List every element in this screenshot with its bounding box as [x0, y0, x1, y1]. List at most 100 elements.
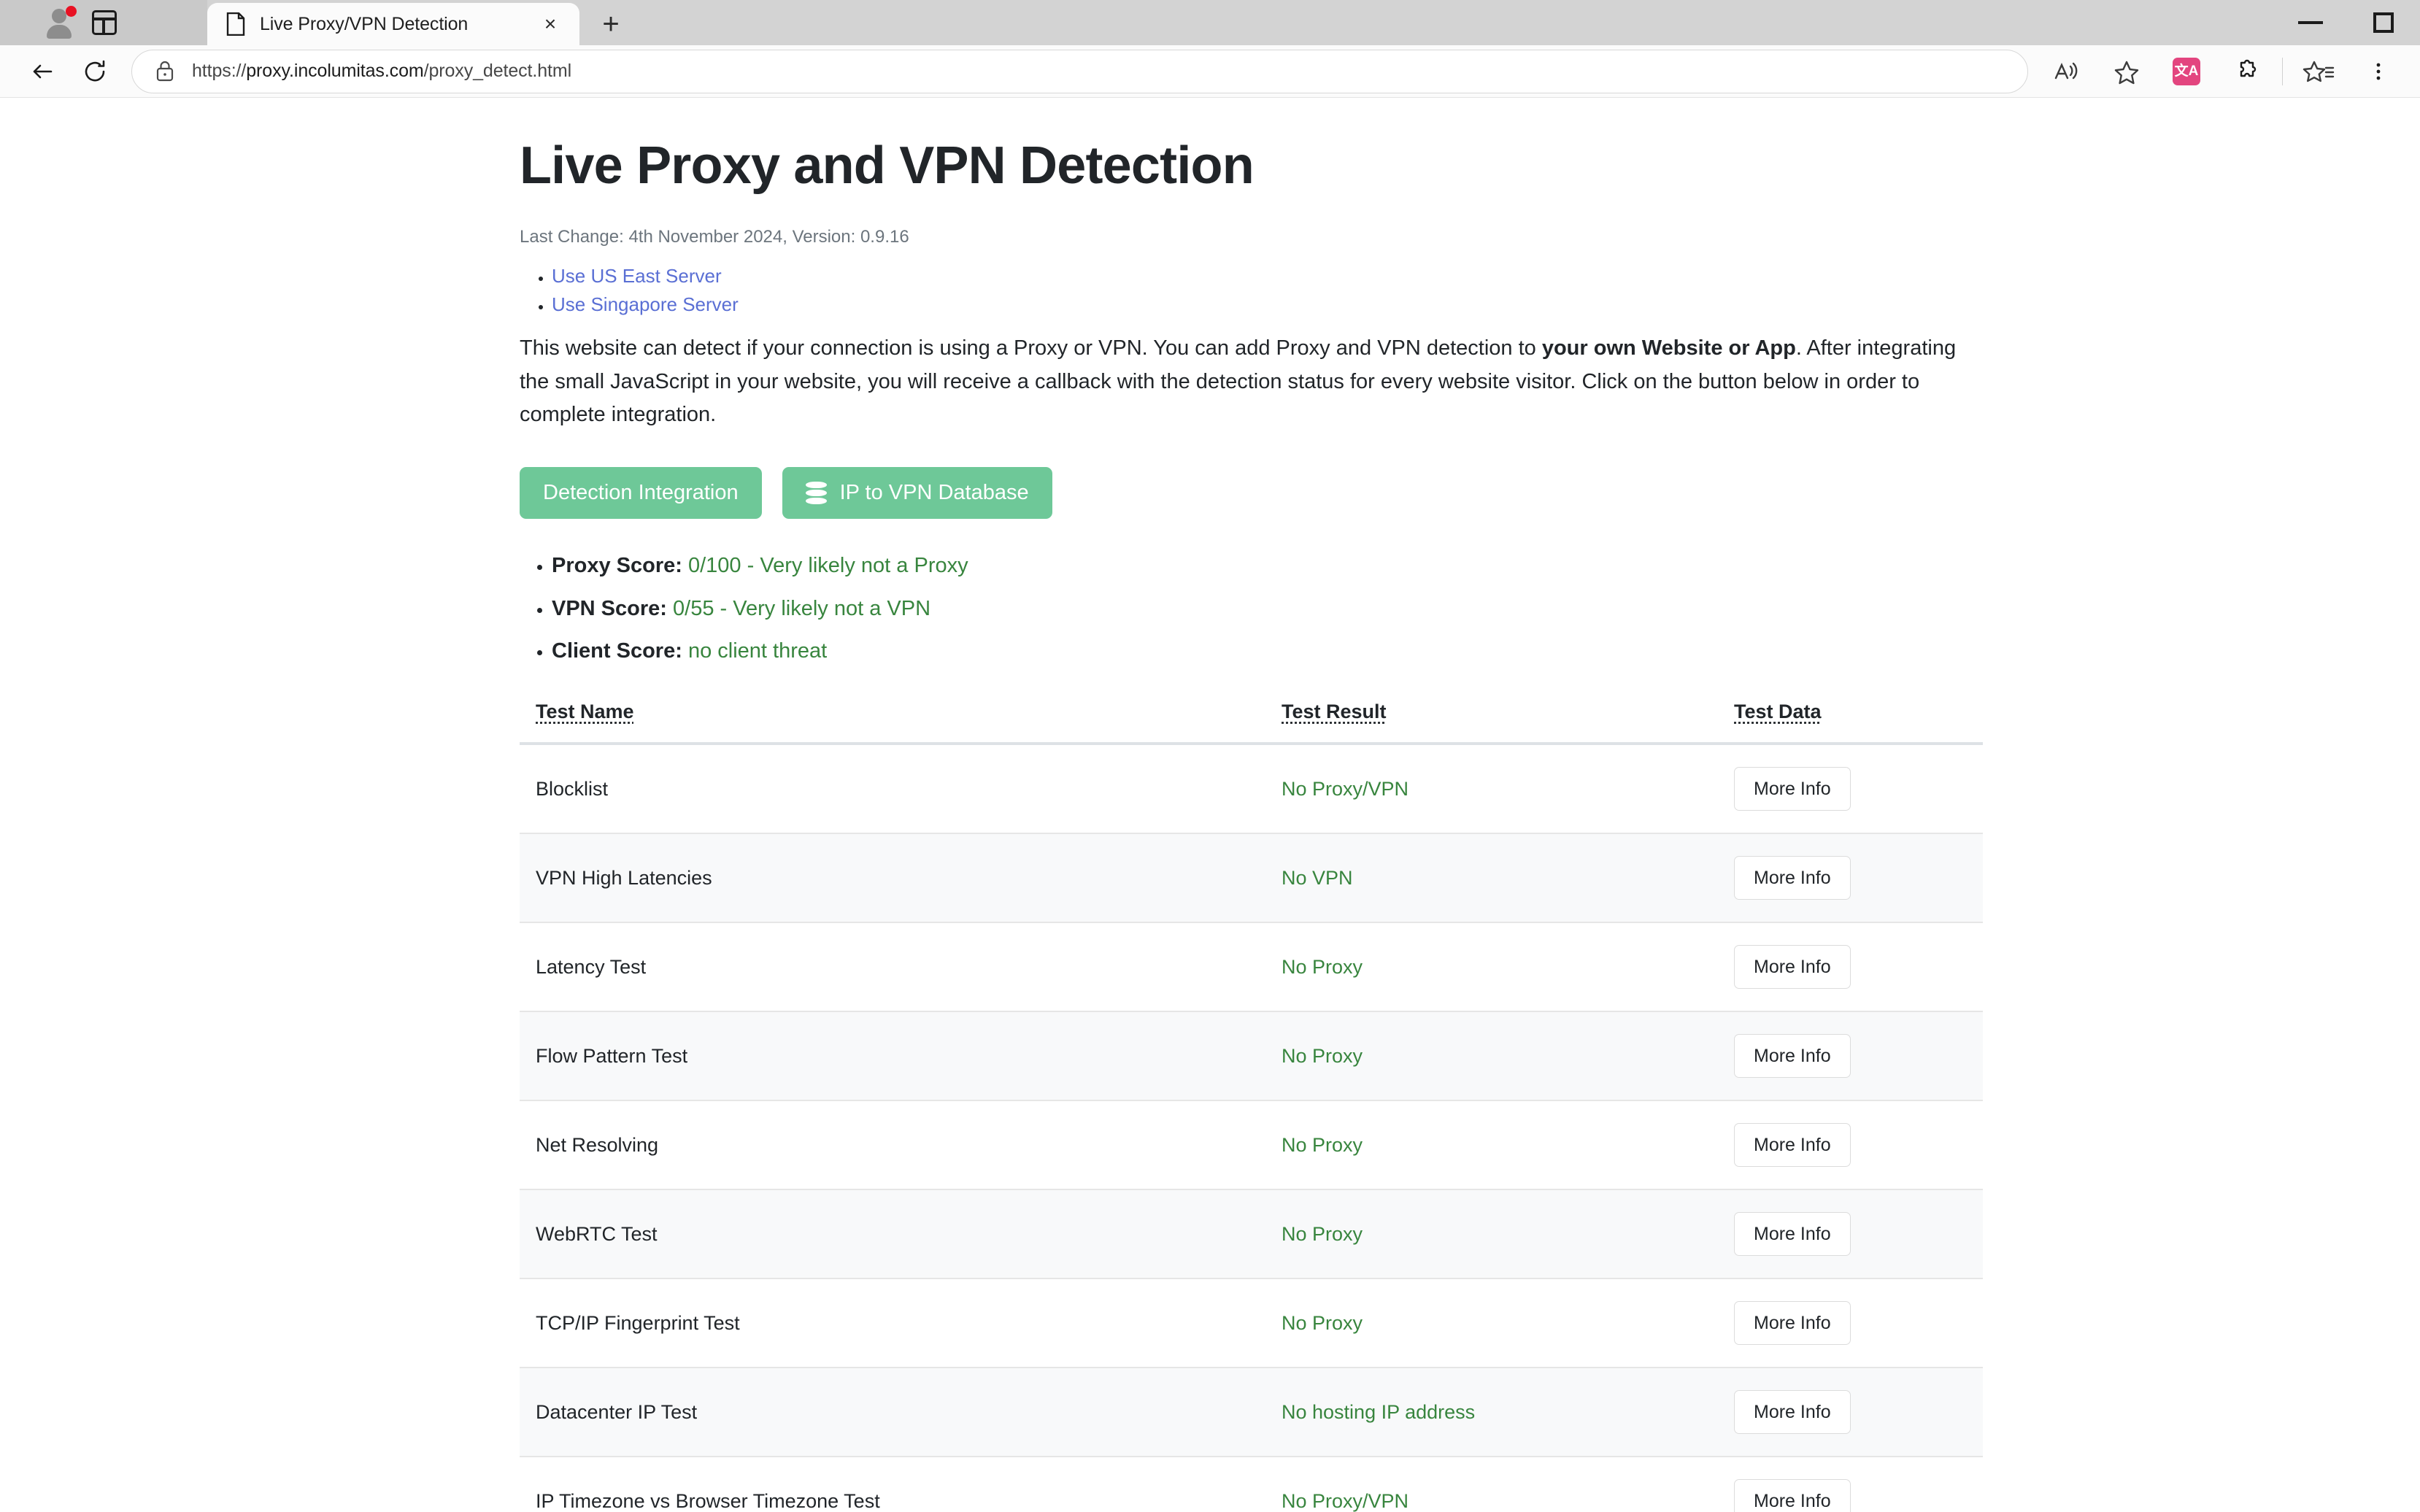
server-links-list: Use US East Server Use Singapore Server	[520, 265, 2347, 316]
page-viewport: Live Proxy and VPN Detection Last Change…	[0, 98, 2420, 1512]
column-header-test-data: Test Data	[1716, 701, 1983, 746]
table-head: Test Name Test Result Test Data	[520, 701, 1983, 746]
cell-test-name: WebRTC Test	[536, 1222, 658, 1245]
score-proxy-label: Proxy Score:	[552, 554, 682, 578]
cell-test-name: Blocklist	[536, 777, 609, 800]
more-info-button[interactable]: More Info	[1734, 945, 1851, 990]
intro-part1: This website can detect if your connecti…	[520, 336, 1542, 360]
tab-strip: Live Proxy/VPN Detection × +	[0, 0, 2420, 45]
reload-button[interactable]	[69, 50, 121, 93]
score-vpn-label: VPN Score:	[552, 596, 667, 620]
last-change-text: Last Change: 4th November 2024, Version:…	[520, 226, 909, 247]
settings-more-icon[interactable]	[2350, 50, 2407, 93]
cell-test-name: Flow Pattern Test	[536, 1044, 688, 1067]
score-client-value: no client threat	[687, 639, 828, 663]
extensions-icon[interactable]	[2218, 50, 2275, 93]
more-info-button[interactable]: More Info	[1734, 1212, 1851, 1257]
table-header-row: Test Name Test Result Test Data	[520, 701, 1983, 746]
cell-test-result: No Proxy	[1282, 1044, 1363, 1067]
more-info-button[interactable]: More Info	[1734, 1123, 1851, 1168]
cell-test-result: No Proxy	[1282, 1222, 1363, 1245]
cell-test-data: More Info	[1716, 833, 1983, 922]
url-path: /proxy_detect.html	[423, 61, 572, 81]
url-host: proxy.incolumitas.com	[246, 61, 424, 81]
more-info-button[interactable]: More Info	[1734, 1479, 1851, 1512]
browser-window: Live Proxy/VPN Detection × + https://pro…	[0, 0, 2420, 1512]
window-controls	[2274, 0, 2420, 45]
detection-integration-button[interactable]: Detection Integration	[520, 467, 762, 520]
table-row: Datacenter IP Test No hosting IP address M…	[520, 1368, 1983, 1457]
action-buttons-row: Detection Integration IP to VPN Database	[520, 467, 2347, 520]
table-row: Latency Test No Proxy More Info	[520, 922, 1983, 1012]
table-body: Blocklist No Proxy/VPN More Info VPN High L…	[520, 744, 1983, 1512]
ip-to-vpn-database-label: IP to VPN Database	[839, 481, 1029, 505]
cell-test-name: IP Timezone vs Browser Timezone Test	[536, 1489, 880, 1512]
link-singapore-server[interactable]: Use Singapore Server	[552, 293, 739, 315]
column-header-test-name: Test Name	[520, 701, 1264, 746]
more-info-button[interactable]: More Info	[1734, 767, 1851, 811]
score-proxy: Proxy Score: 0/100 - Very likely not a P…	[552, 552, 2347, 580]
score-client-label: Client Score:	[552, 639, 682, 663]
minimize-button[interactable]	[2274, 0, 2347, 45]
cell-test-result: No hosting IP address	[1282, 1400, 1476, 1423]
score-client: Client Score: no client threat	[552, 638, 2347, 666]
cell-test-name: TCP/IP Fingerprint Test	[536, 1311, 740, 1334]
cell-test-data: More Info	[1716, 1368, 1983, 1457]
profile-zone	[0, 0, 207, 45]
database-icon	[805, 482, 827, 505]
toolbar-divider	[2282, 57, 2283, 85]
intro-paragraph: This website can detect if your connecti…	[520, 332, 1983, 432]
new-tab-button[interactable]: +	[585, 3, 636, 45]
maximize-button[interactable]	[2347, 0, 2420, 45]
url-text[interactable]: https://proxy.incolumitas.com/proxy_dete…	[179, 61, 2014, 82]
more-info-button[interactable]: More Info	[1734, 1390, 1851, 1435]
read-aloud-icon[interactable]	[2038, 50, 2095, 93]
cell-test-data: More Info	[1716, 1100, 1983, 1189]
cell-test-result: No Proxy	[1282, 955, 1363, 978]
back-button[interactable]	[16, 50, 69, 93]
translate-badge: 文A	[2173, 57, 2200, 85]
close-icon[interactable]: ×	[536, 9, 565, 39]
toolbar-right-actions: 文A	[2038, 50, 2407, 93]
cell-test-result: No Proxy/VPN	[1282, 777, 1409, 800]
table-row: Net Resolving No Proxy More Info	[520, 1100, 1983, 1190]
table-row: IP Timezone vs Browser Timezone Test No P…	[520, 1457, 1983, 1512]
table-row: TCP/IP Fingerprint Test No Proxy More Info	[520, 1278, 1983, 1368]
score-vpn: VPN Score: 0/55 - Very likely not a VPN	[552, 595, 2347, 623]
browser-toolbar: https://proxy.incolumitas.com/proxy_dete…	[0, 45, 2420, 98]
intro-bold: your own Website or App	[1541, 336, 1796, 360]
cell-test-data: More Info	[1716, 744, 1983, 833]
tab-actions-icon[interactable]	[92, 10, 117, 35]
tab-title: Live Proxy/VPN Detection	[260, 13, 469, 34]
cell-test-data: More Info	[1716, 1278, 1983, 1368]
page-content: Live Proxy and VPN Detection Last Change…	[0, 98, 2420, 1512]
page-title: Live Proxy and VPN Detection	[520, 136, 1255, 195]
collections-icon[interactable]	[2290, 50, 2347, 93]
cell-test-result: No Proxy/VPN	[1282, 1489, 1409, 1512]
cell-test-data: More Info	[1716, 1011, 1983, 1100]
cell-test-name: Datacenter IP Test	[536, 1400, 698, 1423]
link-us-east-server[interactable]: Use US East Server	[552, 265, 722, 287]
list-item: Use US East Server	[552, 265, 2347, 288]
url-scheme: https://	[192, 61, 247, 81]
cell-test-data: More Info	[1716, 922, 1983, 1011]
score-proxy-value: 0/100 - Very likely not a Proxy	[687, 554, 968, 578]
more-info-button[interactable]: More Info	[1734, 856, 1851, 900]
avatar-icon[interactable]	[42, 6, 77, 39]
address-bar[interactable]: https://proxy.incolumitas.com/proxy_dete…	[131, 49, 2028, 93]
browser-tab[interactable]: Live Proxy/VPN Detection ×	[207, 3, 579, 45]
cell-test-result: No VPN	[1282, 866, 1353, 889]
translate-icon[interactable]: 文A	[2158, 50, 2215, 93]
table-row: VPN High Latencies No VPN More Info	[520, 833, 1983, 923]
cell-test-result: No Proxy	[1282, 1133, 1363, 1156]
more-info-button[interactable]: More Info	[1734, 1034, 1851, 1079]
favorite-star-icon[interactable]	[2098, 50, 2155, 93]
test-results-table: Test Name Test Result Test Data Blocklis…	[520, 701, 1983, 1512]
more-info-button[interactable]: More Info	[1734, 1301, 1851, 1346]
ip-to-vpn-database-button[interactable]: IP to VPN Database	[782, 467, 1052, 520]
cell-test-name: Latency Test	[536, 955, 647, 978]
cell-test-result: No Proxy	[1282, 1311, 1363, 1334]
lock-icon	[154, 59, 179, 84]
cell-test-data: More Info	[1716, 1189, 1983, 1278]
cell-test-data: More Info	[1716, 1457, 1983, 1512]
